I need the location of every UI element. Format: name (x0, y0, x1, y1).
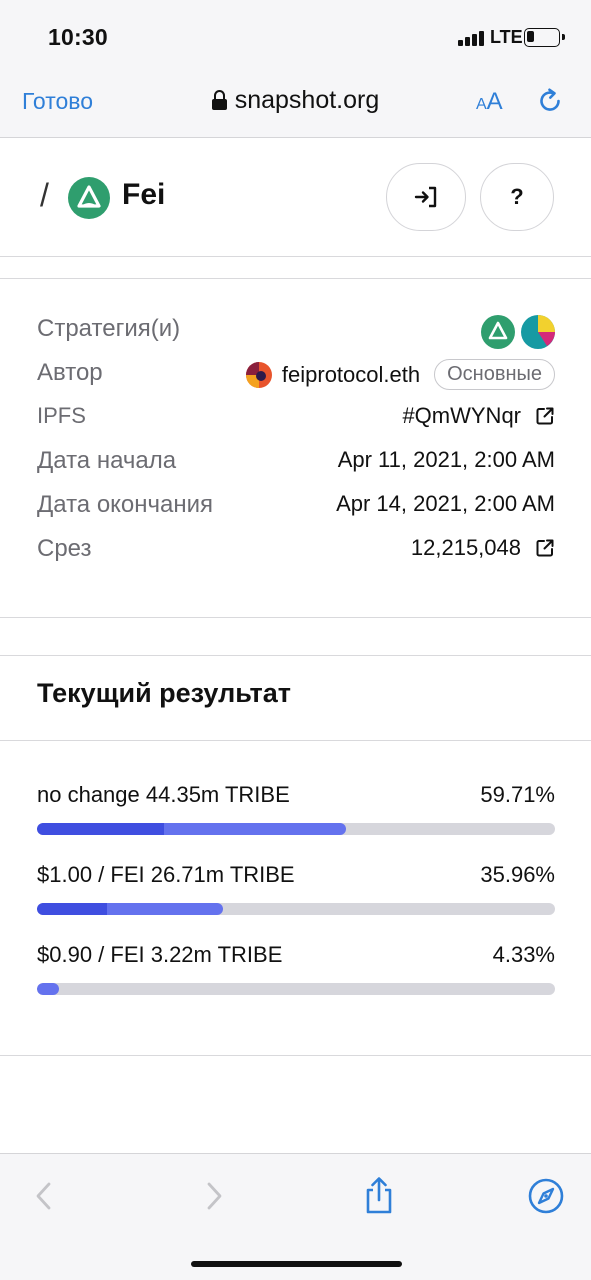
reload-icon[interactable] (536, 87, 564, 115)
fei-strategy-icon[interactable] (481, 315, 515, 349)
end-date-value: Apr 14, 2021, 2:00 AM (336, 491, 555, 516)
author-label: Автор (37, 359, 103, 386)
strategy-icons (481, 315, 555, 349)
author-row: Автор feiprotocol.eth Основные (37, 359, 555, 399)
status-bar: 10:30 LTE (0, 0, 591, 70)
url-text: snapshot.org (234, 86, 380, 114)
result-progress-track (37, 903, 555, 915)
browser-address-bar: Готово snapshot.org AA (0, 70, 591, 138)
result-label: $1.00 / FEI 26.71m TRIBE (37, 862, 295, 887)
login-button[interactable] (386, 163, 466, 231)
proposal-info-card: Стратегия(и) Автор feiprotocol.eth Основ… (0, 279, 591, 617)
results-title: Текущий результат (37, 678, 291, 708)
result-progress-track (37, 823, 555, 835)
ipfs-value-group[interactable]: #QmWYNqr (402, 403, 555, 429)
snapshot-row: Срез 12,215,048 (37, 535, 555, 575)
result-progress-fill (37, 983, 60, 995)
home-indicator[interactable] (191, 1261, 402, 1267)
space-header: / Fei ? (0, 139, 591, 257)
status-time: 10:30 (48, 24, 108, 50)
divider (0, 1055, 591, 1056)
result-percent: 4.33% (492, 942, 555, 967)
ipfs-row: IPFS #QmWYNqr (37, 403, 555, 443)
snapshot-label: Срез (37, 535, 92, 562)
strategy-row: Стратегия(и) (37, 315, 555, 355)
forward-icon[interactable] (202, 1176, 226, 1216)
start-date-value: Apr 11, 2021, 2:00 AM (337, 447, 555, 472)
text-size-big-glyph: A (486, 88, 503, 115)
divider (0, 617, 591, 618)
strategy-label: Стратегия(и) (37, 315, 181, 342)
result-item: $1.00 / FEI 26.71m TRIBE 35.96% (37, 862, 555, 922)
fei-logo-icon[interactable] (68, 177, 110, 219)
compass-icon[interactable] (527, 1176, 565, 1216)
start-date-row: Дата начала Apr 11, 2021, 2:00 AM (37, 447, 555, 487)
signal-icon (458, 30, 484, 46)
result-label: $0.90 / FEI 3.22m TRIBE (37, 942, 283, 967)
author-address[interactable]: feiprotocol.eth (282, 362, 420, 388)
result-percent: 59.71% (480, 782, 555, 807)
snapshot-block[interactable]: 12,215,048 (411, 535, 521, 561)
back-icon[interactable] (32, 1176, 56, 1216)
result-label: no change 44.35m TRIBE (37, 782, 290, 807)
login-icon (414, 186, 437, 208)
text-size-small-glyph: A (476, 96, 487, 113)
tribe-strategy-icon[interactable] (521, 315, 555, 349)
battery-icon (524, 28, 565, 47)
result-progress-fill-strong (37, 823, 164, 835)
share-icon[interactable] (362, 1176, 396, 1216)
ipfs-label: IPFS (37, 403, 86, 428)
ipfs-hash[interactable]: #QmWYNqr (402, 403, 521, 429)
results-header: Текущий результат (0, 655, 591, 741)
result-item: no change 44.35m TRIBE 59.71% (37, 782, 555, 842)
snapshot-value-group[interactable]: 12,215,048 (411, 535, 555, 561)
author-avatar-icon[interactable] (245, 361, 272, 388)
start-date-label: Дата начала (37, 447, 177, 474)
space-name[interactable]: Fei (122, 178, 165, 212)
result-progress-fill-strong (37, 903, 107, 915)
network-type: LTE (490, 27, 523, 47)
text-size-button[interactable]: AA (476, 88, 503, 116)
lock-icon (211, 90, 227, 110)
breadcrumb-separator: / (40, 177, 49, 213)
result-percent: 35.96% (480, 862, 555, 887)
external-link-icon[interactable] (535, 406, 555, 426)
end-date-row: Дата окончания Apr 14, 2021, 2:00 AM (37, 491, 555, 531)
end-date-label: Дата окончания (37, 491, 214, 518)
core-badge: Основные (434, 359, 555, 390)
external-link-icon[interactable] (535, 538, 555, 558)
result-item: $0.90 / FEI 3.22m TRIBE 4.33% (37, 942, 555, 1002)
result-progress-track (37, 983, 555, 995)
author-value-group: feiprotocol.eth Основные (245, 359, 555, 390)
help-button[interactable]: ? (480, 163, 554, 231)
